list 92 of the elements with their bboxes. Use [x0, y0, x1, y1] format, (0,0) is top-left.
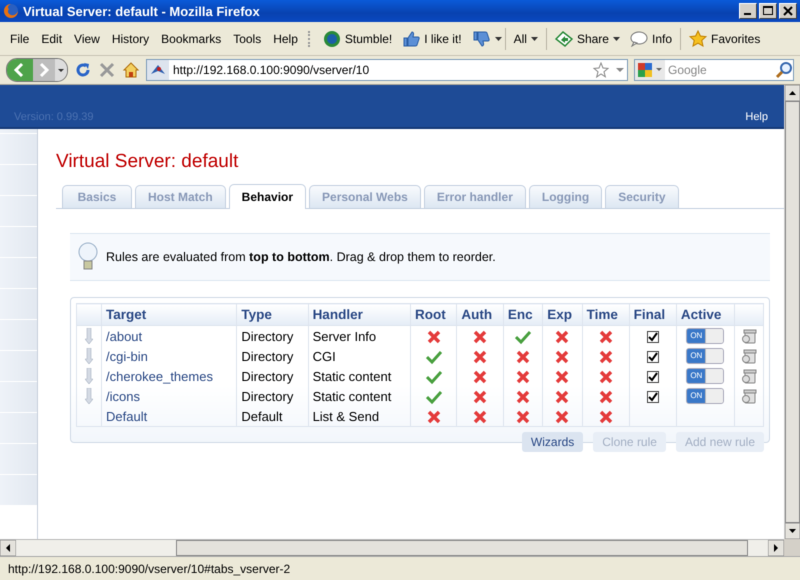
column-header: Auth — [456, 304, 504, 326]
scroll-right-button[interactable] — [768, 540, 784, 556]
thumbs-down-icon — [472, 30, 490, 48]
trash-icon[interactable] — [740, 368, 757, 384]
table-cell: List & Send — [308, 406, 411, 426]
star-icon — [689, 30, 707, 48]
window-title: Virtual Server: default - Mozilla Firefox — [23, 4, 261, 18]
info-button[interactable]: Info — [624, 28, 677, 50]
home-icon[interactable] — [122, 61, 140, 79]
lightbulb-icon — [78, 242, 98, 272]
site-icon — [147, 60, 169, 80]
action-button[interactable]: Wizards — [522, 432, 584, 452]
horizontal-scrollbar[interactable] — [0, 539, 784, 556]
status-text: http://192.168.0.100:9090/vserver/10#tabs_vserver-2 — [8, 562, 290, 576]
browser-logo-icon — [3, 3, 19, 19]
column-header: Exp — [542, 304, 582, 326]
table-cell: CGI — [308, 346, 411, 366]
toggle-switch[interactable]: ON — [686, 328, 724, 344]
rule-target-link[interactable]: /about — [102, 326, 237, 346]
speech-bubble-icon — [630, 30, 648, 46]
address-field[interactable]: http://192.168.0.100:9090/vserver/10 — [146, 59, 628, 81]
checkbox[interactable] — [646, 351, 659, 364]
stop-icon[interactable] — [98, 61, 116, 79]
toggle-switch[interactable]: ON — [686, 348, 724, 364]
page-title: Virtual Server: default — [56, 151, 240, 173]
close-button[interactable] — [779, 3, 797, 19]
column-header: Handler — [308, 304, 411, 326]
table-cell: Directory — [236, 326, 308, 346]
share-button[interactable]: Share — [550, 28, 625, 50]
caret-icon[interactable] — [530, 36, 538, 40]
history-dropdown-icon[interactable] — [55, 59, 67, 81]
like-button[interactable]: I like it! — [397, 28, 467, 50]
caret-icon[interactable] — [612, 36, 620, 40]
column-header: Root — [410, 304, 457, 326]
all-menu-button[interactable]: All — [508, 28, 543, 50]
minimize-button[interactable] — [739, 3, 757, 19]
thumbs-up-icon — [402, 30, 420, 48]
menu-item[interactable]: Tools — [227, 32, 268, 46]
drag-handle-icon[interactable] — [85, 388, 93, 404]
scrollbar-thumb[interactable] — [176, 540, 748, 556]
column-header: Active — [676, 304, 734, 326]
reload-icon[interactable] — [74, 61, 92, 79]
drag-handle-icon[interactable] — [85, 348, 93, 364]
favorites-button[interactable]: Favorites — [684, 28, 766, 50]
trash-icon[interactable] — [740, 348, 757, 364]
drag-handle-icon[interactable] — [85, 368, 93, 384]
search-icon[interactable] — [775, 61, 793, 79]
bookmark-star-icon[interactable] — [593, 62, 609, 78]
table-cell: Static content — [308, 386, 411, 406]
info-text: Rules are evaluated from top to bottom. Drag & drop them to reorder. — [106, 250, 496, 264]
share-icon — [554, 30, 573, 46]
menu-item[interactable]: Edit — [35, 32, 68, 46]
help-link[interactable]: Help — [745, 111, 768, 123]
toggle-switch[interactable]: ON — [686, 368, 724, 384]
search-field[interactable]: Google — [634, 59, 794, 81]
column-header: Time — [582, 304, 630, 326]
search-engine-icon[interactable] — [635, 60, 665, 80]
menu-item[interactable]: View — [68, 32, 106, 46]
table-cell: Default — [236, 406, 308, 426]
column-header: Enc — [503, 304, 543, 326]
toggle-switch[interactable]: ON — [686, 388, 724, 404]
back-button[interactable] — [7, 59, 33, 81]
trash-icon[interactable] — [740, 388, 757, 404]
rule-target-link[interactable]: /cherokee_themes — [102, 366, 237, 386]
tab[interactable]: Behavior — [228, 184, 306, 209]
table-cell: Static content — [308, 366, 411, 386]
maximize-button[interactable] — [759, 3, 777, 19]
rule-target-link[interactable]: Default — [102, 406, 237, 426]
menu-item[interactable]: Bookmarks — [155, 32, 228, 46]
table-cell: Directory — [236, 346, 308, 366]
menu-item[interactable]: Help — [267, 32, 304, 46]
menu-item[interactable]: File — [4, 32, 36, 46]
drag-handle-icon[interactable] — [85, 328, 93, 344]
table-cell: Directory — [236, 386, 308, 406]
rule-target-link[interactable]: /cgi-bin — [102, 346, 237, 366]
table-cell: Directory — [236, 366, 308, 386]
menu-item[interactable]: History — [106, 32, 156, 46]
checkbox[interactable] — [646, 371, 659, 384]
scroll-down-button[interactable] — [785, 523, 800, 539]
stumble-button[interactable]: Stumble! — [318, 28, 398, 50]
column-header: Target — [102, 304, 237, 326]
rule-target-link[interactable]: /icons — [102, 386, 237, 406]
column-header: Type — [236, 304, 308, 326]
column-header: Final — [629, 304, 676, 326]
checkbox[interactable] — [646, 331, 659, 344]
checkbox[interactable] — [646, 391, 659, 404]
stumble-icon — [322, 30, 341, 48]
dropdown-caret-icon[interactable] — [494, 36, 502, 40]
table-cell: Server Info — [308, 326, 411, 346]
scroll-left-button[interactable] — [0, 540, 16, 556]
trash-icon[interactable] — [740, 328, 757, 344]
scroll-up-button[interactable] — [785, 85, 800, 101]
